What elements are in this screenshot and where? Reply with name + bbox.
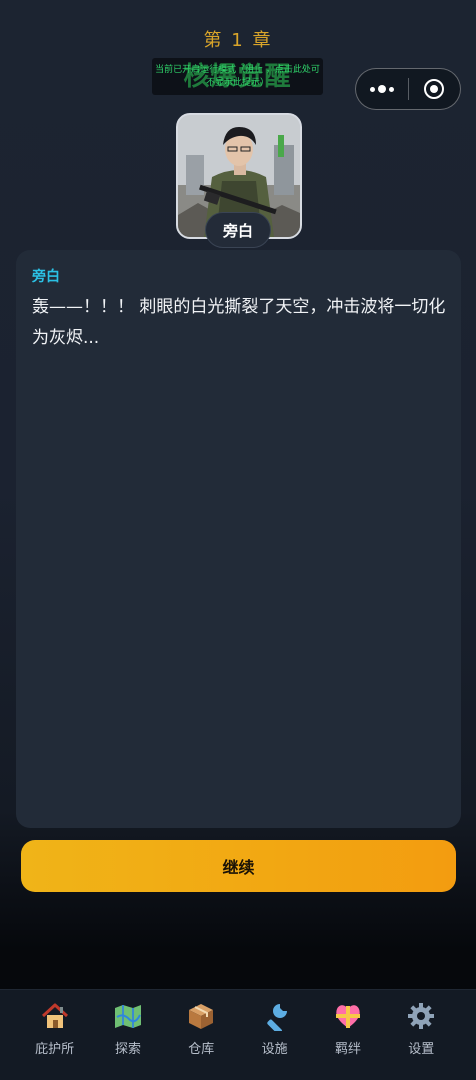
dev-mode-notice[interactable]: 当前已开启运行模式（阻止 ，点击此处可不显示此提示） (152, 64, 323, 90)
chapter-title: 核爆觉醒 当前已开启运行模式（阻止 ，点击此处可不显示此提示） (152, 58, 323, 95)
tab-warehouse[interactable]: 仓库 (171, 990, 231, 1080)
chapter-label: 第 1 章 (203, 30, 273, 51)
tab-label: 探索 (114, 1042, 141, 1057)
target-close-icon (424, 79, 445, 99)
tab-label: 羁绊 (334, 1042, 361, 1057)
tab-explore[interactable]: 探索 (98, 990, 158, 1080)
close-button[interactable] (408, 69, 460, 109)
gear-icon (405, 1000, 437, 1032)
dialog-speaker-name: 旁白 (32, 269, 60, 285)
tab-label: 庇护所 (35, 1042, 75, 1057)
tab-bonds[interactable]: 羁绊 (318, 990, 378, 1080)
house-icon (39, 1000, 71, 1032)
more-button[interactable] (356, 69, 408, 109)
tab-shelter[interactable]: 庇护所 (25, 990, 85, 1080)
tab-label: 设置 (408, 1042, 435, 1057)
map-icon (112, 1000, 144, 1032)
tab-facilities[interactable]: 设施 (245, 990, 305, 1080)
heart-icon (332, 1000, 364, 1032)
dialog-card[interactable]: 旁白 轰——！！！ 刺眼的白光撕裂了天空，冲击波将一切化为灰烬... (16, 250, 461, 828)
box-icon (185, 1000, 217, 1032)
tab-label: 仓库 (188, 1042, 215, 1057)
continue-button[interactable]: 继续 (21, 840, 456, 892)
more-dots-icon (369, 85, 394, 93)
wrench-icon (259, 1000, 291, 1032)
tab-settings[interactable]: 设置 (391, 990, 451, 1080)
bottom-tab-bar: 庇护所 探索 仓库 设施 羁绊 设置 (0, 989, 476, 1080)
dialog-text: 轰——！！！ 刺眼的白光撕裂了天空，冲击波将一切化为灰烬... (32, 297, 446, 348)
avatar-speaker-tag: 旁白 (205, 212, 271, 248)
tab-label: 设施 (261, 1042, 288, 1057)
miniprogram-capsule (355, 68, 461, 110)
